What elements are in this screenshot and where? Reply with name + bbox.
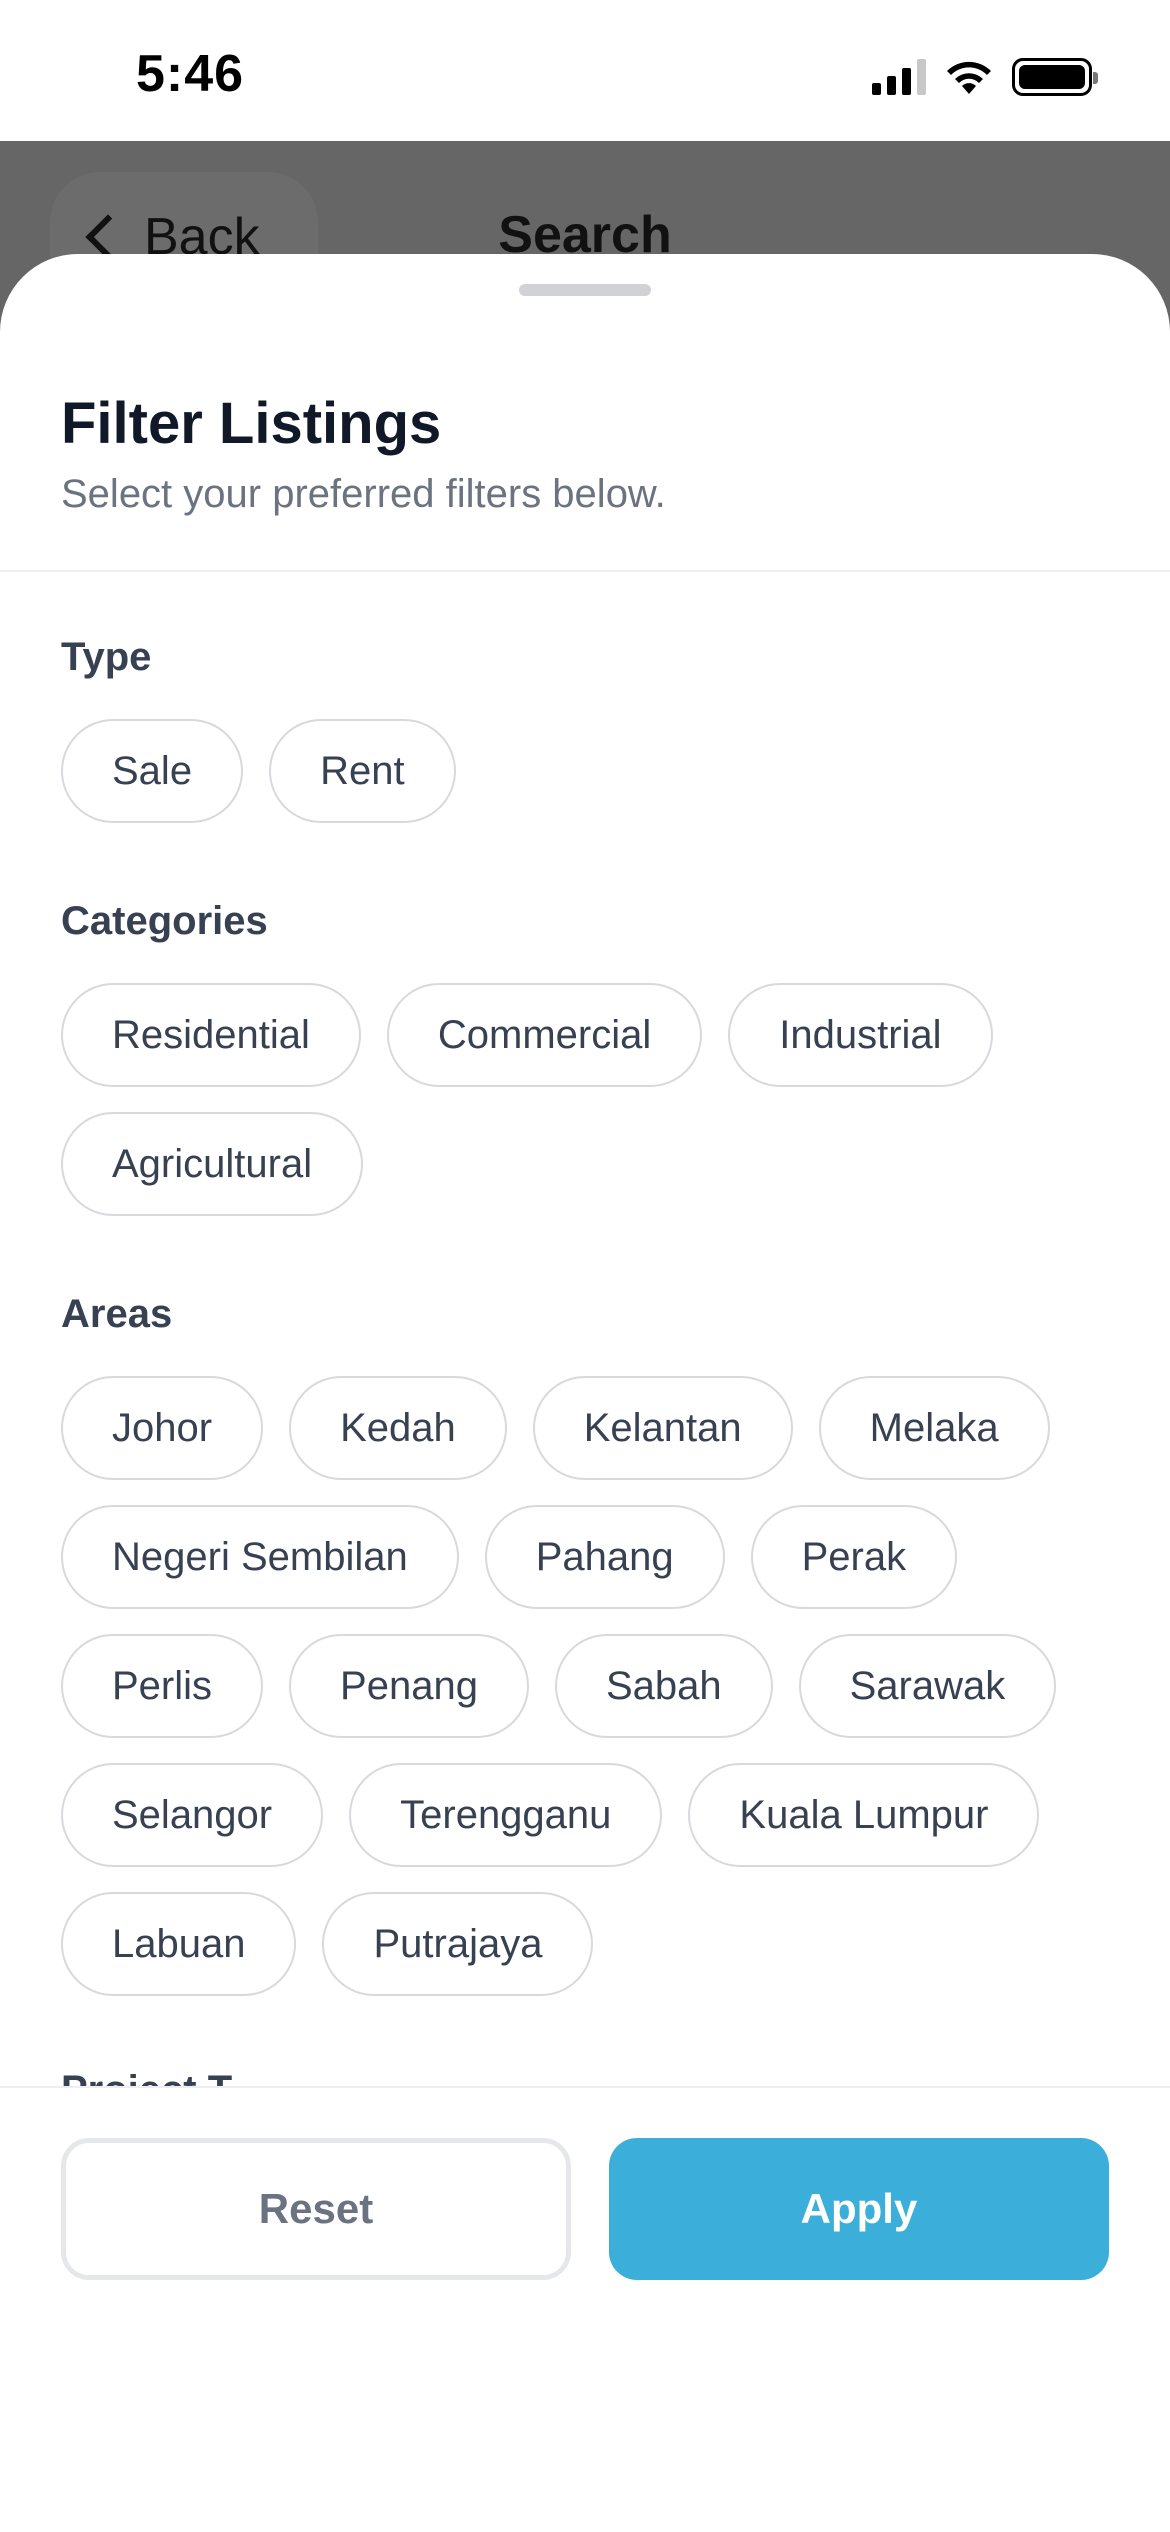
areas-chip-row-2: Negeri Sembilan Pahang Perak xyxy=(61,1505,958,1609)
areas-chip-row-5: Labuan Putrajaya xyxy=(61,1892,594,1996)
chip-kuala-lumpur[interactable]: Kuala Lumpur xyxy=(688,1763,1040,1867)
wifi-icon xyxy=(947,61,991,94)
section-label-areas: Areas xyxy=(61,1292,173,1336)
status-bar: 5:46 xyxy=(0,0,1170,141)
areas-chip-row-4: Selangor Terengganu Kuala Lumpur xyxy=(61,1763,1040,1867)
chip-selangor[interactable]: Selangor xyxy=(61,1763,324,1867)
categories-chip-row-1: Residential Commercial Industrial xyxy=(61,983,993,1087)
chip-agricultural[interactable]: Agricultural xyxy=(61,1112,364,1216)
chip-sarawak[interactable]: Sarawak xyxy=(798,1634,1057,1738)
chip-perlis[interactable]: Perlis xyxy=(61,1634,264,1738)
chip-kedah[interactable]: Kedah xyxy=(289,1376,507,1480)
chip-commercial[interactable]: Commercial xyxy=(386,983,703,1087)
footer-actions: Reset Apply xyxy=(0,2086,1170,2532)
sheet-drag-handle[interactable] xyxy=(519,284,651,296)
chip-industrial[interactable]: Industrial xyxy=(728,983,993,1087)
categories-chip-row-2: Agricultural xyxy=(61,1112,364,1216)
areas-chip-row-1: Johor Kedah Kelantan Melaka xyxy=(61,1376,1050,1480)
sheet-title: Filter Listings xyxy=(61,391,442,456)
chip-pahang[interactable]: Pahang xyxy=(484,1505,725,1609)
type-chip-group: Sale Rent xyxy=(61,719,456,823)
status-time: 5:46 xyxy=(136,45,245,103)
chip-terengganu[interactable]: Terengganu xyxy=(349,1763,663,1867)
chip-sale[interactable]: Sale xyxy=(61,719,244,823)
sheet-subtitle: Select your preferred filters below. xyxy=(61,472,666,516)
divider xyxy=(0,570,1170,572)
reset-button[interactable]: Reset xyxy=(61,2138,571,2280)
chip-rent[interactable]: Rent xyxy=(269,719,456,823)
chip-kelantan[interactable]: Kelantan xyxy=(532,1376,793,1480)
chip-sabah[interactable]: Sabah xyxy=(554,1634,773,1738)
chip-melaka[interactable]: Melaka xyxy=(818,1376,1050,1480)
section-label-categories: Categories xyxy=(61,899,268,943)
chip-penang[interactable]: Penang xyxy=(289,1634,529,1738)
signal-icon xyxy=(872,59,926,95)
chip-labuan[interactable]: Labuan xyxy=(61,1892,297,1996)
chip-perak[interactable]: Perak xyxy=(750,1505,958,1609)
apply-button[interactable]: Apply xyxy=(609,2138,1109,2280)
section-label-type: Type xyxy=(61,635,152,679)
areas-chip-row-3: Perlis Penang Sabah Sarawak xyxy=(61,1634,1057,1738)
chip-residential[interactable]: Residential xyxy=(61,983,361,1087)
chip-negeri-sembilan[interactable]: Negeri Sembilan xyxy=(61,1505,459,1609)
chip-putrajaya[interactable]: Putrajaya xyxy=(322,1892,594,1996)
chip-johor[interactable]: Johor xyxy=(61,1376,264,1480)
battery-icon xyxy=(1012,58,1098,96)
status-icons xyxy=(872,58,1098,96)
